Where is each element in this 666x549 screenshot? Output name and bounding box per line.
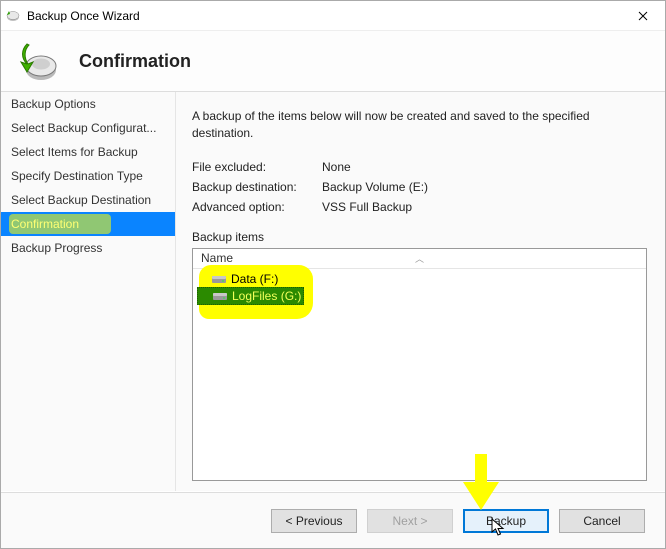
wizard-body: Backup Options Select Backup Configurat.… <box>1 91 665 491</box>
step-select-backup-destination[interactable]: Select Backup Destination <box>1 188 175 212</box>
wizard-steps-sidebar: Backup Options Select Backup Configurat.… <box>1 92 175 491</box>
backup-button[interactable]: Backup <box>463 509 549 533</box>
advanced-option-value: VSS Full Backup <box>322 200 412 214</box>
file-excluded-value: None <box>322 160 351 174</box>
step-backup-options[interactable]: Backup Options <box>1 92 175 116</box>
titlebar: Backup Once Wizard <box>1 1 665 31</box>
backup-items-grid: Name ︿ Data (F:) LogFiles (G:) <box>192 248 647 481</box>
app-icon <box>5 8 21 24</box>
disk-icon <box>212 290 228 302</box>
step-backup-progress[interactable]: Backup Progress <box>1 236 175 260</box>
page-title: Confirmation <box>79 51 191 72</box>
item-label: LogFiles (G:) <box>232 289 301 303</box>
column-name: Name <box>201 251 233 265</box>
step-specify-destination-type[interactable]: Specify Destination Type <box>1 164 175 188</box>
window-title: Backup Once Wizard <box>27 9 620 23</box>
step-select-items[interactable]: Select Items for Backup <box>1 140 175 164</box>
row-file-excluded: File excluded: None <box>192 160 647 174</box>
backup-destination-value: Backup Volume (E:) <box>322 180 428 194</box>
disk-icon <box>211 273 227 285</box>
grid-body: Data (F:) LogFiles (G:) <box>193 269 646 480</box>
row-backup-destination: Backup destination: Backup Volume (E:) <box>192 180 647 194</box>
backup-item-row[interactable]: LogFiles (G:) <box>197 287 304 305</box>
backup-items-label: Backup items <box>192 230 647 244</box>
description-text: A backup of the items below will now be … <box>192 108 647 142</box>
close-button[interactable] <box>620 2 665 30</box>
wizard-footer: < Previous Next > Backup Cancel <box>1 492 665 548</box>
file-excluded-label: File excluded: <box>192 160 322 174</box>
wizard-header: Confirmation <box>1 31 665 91</box>
sort-indicator-icon: ︿ <box>415 252 424 265</box>
step-label: Confirmation <box>11 217 79 231</box>
step-select-backup-configuration[interactable]: Select Backup Configurat... <box>1 116 175 140</box>
next-button: Next > <box>367 509 453 533</box>
previous-button[interactable]: < Previous <box>271 509 357 533</box>
advanced-option-label: Advanced option: <box>192 200 322 214</box>
step-confirmation[interactable]: Confirmation <box>1 212 175 236</box>
row-advanced-option: Advanced option: VSS Full Backup <box>192 200 647 214</box>
item-label: Data (F:) <box>231 272 278 286</box>
backup-destination-label: Backup destination: <box>192 180 322 194</box>
backup-item-row[interactable]: Data (F:) <box>197 271 642 287</box>
cancel-button[interactable]: Cancel <box>559 509 645 533</box>
wizard-header-icon <box>15 40 57 82</box>
wizard-content: A backup of the items below will now be … <box>175 92 665 491</box>
